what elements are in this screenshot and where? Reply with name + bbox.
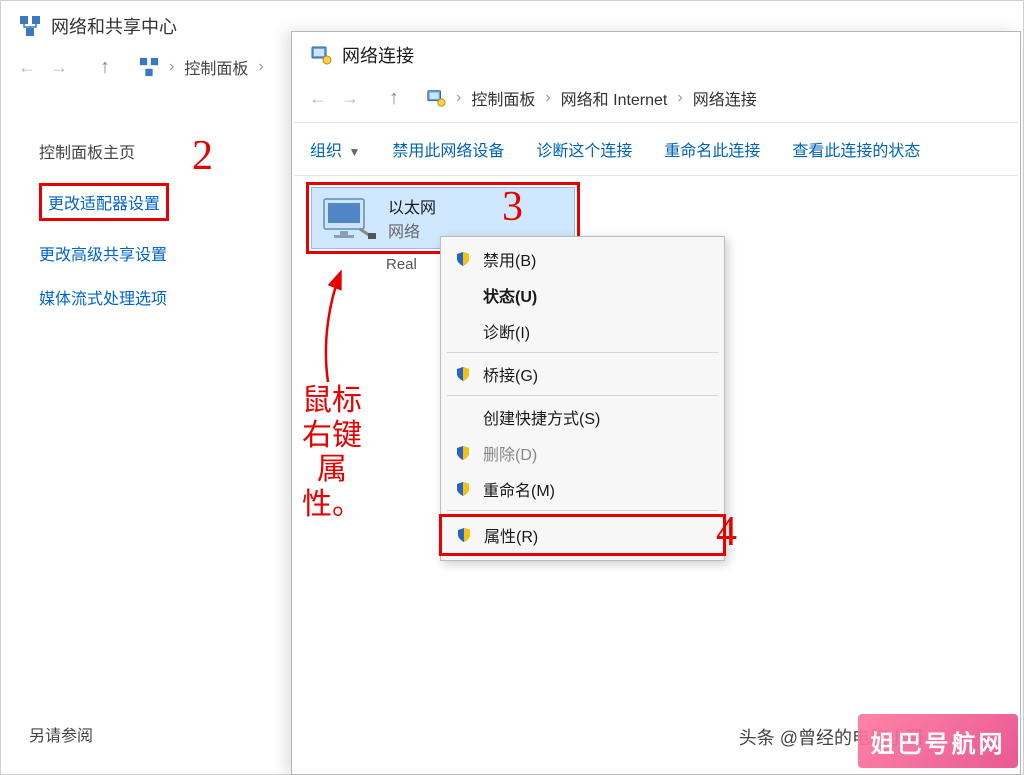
ctx-label: 诊断(I) bbox=[483, 319, 530, 343]
ctx-disable[interactable]: 禁用(B) bbox=[441, 241, 724, 277]
ctx-label: 删除(D) bbox=[483, 441, 537, 465]
network-connections-icon bbox=[310, 44, 332, 66]
sidebar-advanced-sharing[interactable]: 更改高级共享设置 bbox=[39, 231, 169, 275]
ethernet-status: 网络 bbox=[388, 218, 436, 242]
network-center-icon bbox=[139, 57, 159, 77]
fg-window-titlebar: 网络连接 bbox=[292, 32, 1020, 74]
nav-back-button[interactable]: ← bbox=[306, 86, 330, 110]
fg-window: 网络连接 ← → ↑ › 控制面板 › 网络和 Internet › 网络连接 … bbox=[291, 31, 1021, 775]
shield-icon bbox=[453, 251, 473, 267]
breadcrumb-item[interactable]: 网络连接 bbox=[693, 86, 757, 110]
ctx-status[interactable]: 状态(U) bbox=[441, 277, 724, 313]
context-menu: 禁用(B) 状态(U) 诊断(I) 桥接(G) 创建快捷方式(S) 删除(D) bbox=[440, 236, 725, 561]
shield-icon bbox=[454, 527, 474, 543]
ctx-label: 状态(U) bbox=[483, 283, 537, 307]
breadcrumb-item[interactable]: 控制面板 bbox=[471, 86, 535, 110]
annotation-number-3: 3 bbox=[502, 183, 523, 231]
shield-icon bbox=[453, 445, 473, 461]
ctx-rename[interactable]: 重命名(M) bbox=[441, 471, 724, 507]
menu-separator bbox=[447, 352, 718, 353]
ethernet-labels: 以太网 网络 bbox=[388, 194, 436, 242]
ctx-diagnose[interactable]: 诊断(I) bbox=[441, 313, 724, 349]
ctx-shortcut[interactable]: 创建快捷方式(S) bbox=[441, 399, 724, 435]
ctx-label: 创建快捷方式(S) bbox=[483, 405, 600, 429]
bg-window-title: 网络和共享中心 bbox=[51, 13, 177, 39]
nav-back-button[interactable]: ← bbox=[15, 55, 39, 79]
ctx-label: 重命名(M) bbox=[483, 477, 555, 501]
network-connections-icon bbox=[426, 88, 446, 108]
chevron-down-icon: ▼ bbox=[348, 145, 360, 159]
breadcrumb-item[interactable]: 控制面板 bbox=[184, 55, 248, 79]
shield-icon bbox=[453, 481, 473, 497]
menu-separator bbox=[447, 395, 718, 396]
sidebar-control-panel-home[interactable]: 控制面板主页 bbox=[39, 129, 169, 173]
chevron-right-icon: › bbox=[675, 89, 684, 107]
chevron-right-icon: › bbox=[543, 89, 552, 107]
annotation-number-4: 4 bbox=[716, 508, 737, 556]
annotation-box: 更改适配器设置 bbox=[39, 183, 169, 221]
annotation-number-2: 2 bbox=[192, 132, 213, 180]
nav-forward-button[interactable]: → bbox=[47, 55, 71, 79]
annotation-note: 鼠标 右键 属性。 bbox=[302, 384, 362, 522]
breadcrumb-item[interactable]: 网络和 Internet bbox=[561, 86, 668, 110]
fg-breadcrumb-bar: ← → ↑ › 控制面板 › 网络和 Internet › 网络连接 bbox=[292, 74, 1020, 122]
ctx-label: 桥接(G) bbox=[483, 362, 538, 386]
see-also-label: 另请参阅 bbox=[29, 722, 93, 746]
toolbar-organize[interactable]: 组织 ▼ bbox=[310, 137, 360, 161]
sidebar-adapter-settings[interactable]: 更改适配器设置 bbox=[39, 173, 169, 231]
fg-toolbar: 组织 ▼ 禁用此网络设备 诊断这个连接 重命名此连接 查看此连接的状态 bbox=[292, 123, 1020, 175]
toolbar-organize-label: 组织 bbox=[310, 143, 342, 160]
ctx-bridge[interactable]: 桥接(G) bbox=[441, 356, 724, 392]
ctx-properties[interactable]: 属性(R) bbox=[439, 514, 726, 556]
nav-up-button[interactable]: ↑ bbox=[93, 55, 117, 79]
chevron-right-icon: › bbox=[256, 58, 265, 76]
chevron-right-icon: › bbox=[167, 58, 176, 76]
network-center-icon bbox=[19, 15, 41, 37]
sidebar-media-streaming[interactable]: 媒体流式处理选项 bbox=[39, 275, 169, 319]
shield-icon bbox=[453, 366, 473, 382]
watermark: 姐巴号航网 bbox=[858, 714, 1018, 768]
nav-up-button[interactable]: ↑ bbox=[382, 86, 406, 110]
toolbar-disable-device[interactable]: 禁用此网络设备 bbox=[392, 137, 504, 161]
toolbar-rename[interactable]: 重命名此连接 bbox=[664, 137, 760, 161]
toolbar-diagnose[interactable]: 诊断这个连接 bbox=[536, 137, 632, 161]
toolbar-view-status[interactable]: 查看此连接的状态 bbox=[792, 137, 920, 161]
bg-sidebar: 控制面板主页 更改适配器设置 更改高级共享设置 媒体流式处理选项 bbox=[39, 129, 169, 319]
nav-forward-button[interactable]: → bbox=[338, 86, 362, 110]
menu-separator bbox=[447, 510, 718, 511]
ctx-label: 禁用(B) bbox=[483, 247, 536, 271]
ethernet-icon bbox=[320, 194, 376, 242]
ctx-delete[interactable]: 删除(D) bbox=[441, 435, 724, 471]
fg-window-title: 网络连接 bbox=[342, 42, 414, 68]
chevron-right-icon: › bbox=[454, 89, 463, 107]
ethernet-name: 以太网 bbox=[388, 194, 436, 218]
ctx-label: 属性(R) bbox=[484, 523, 538, 547]
